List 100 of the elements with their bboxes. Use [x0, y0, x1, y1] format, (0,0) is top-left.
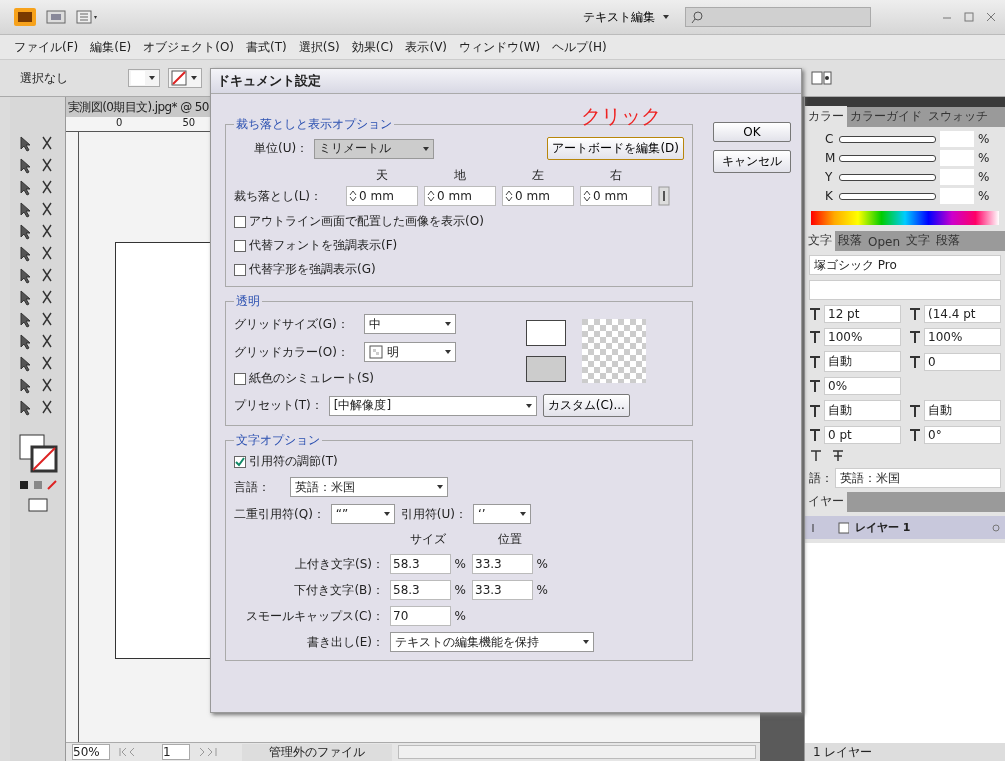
text-field[interactable]: 58.3: [390, 554, 451, 574]
bleed-field[interactable]: 0 mm: [580, 186, 652, 206]
setting-field[interactable]: 0 pt: [824, 426, 901, 444]
document-tab[interactable]: 実測図(0期目文).jpg* @ 50: [66, 97, 211, 117]
setting-field[interactable]: 自動: [824, 400, 901, 421]
checkbox[interactable]: アウトライン画面で配置した画像を表示(O): [234, 213, 684, 230]
text-field[interactable]: 33.3: [472, 554, 533, 574]
language-dropdown[interactable]: 英語：米国: [290, 477, 448, 497]
panel-tab[interactable]: イヤー: [805, 491, 847, 512]
setting-field[interactable]: 100%: [924, 328, 1001, 346]
channel-field[interactable]: [940, 131, 974, 147]
target-icon[interactable]: [991, 522, 1001, 533]
menu-item[interactable]: 選択(S): [298, 38, 340, 56]
export-dropdown[interactable]: テキストの編集機能を保持: [390, 632, 594, 652]
preset-dropdown[interactable]: [中解像度]: [328, 395, 537, 416]
checkbox[interactable]: 引用符の調節(T): [234, 453, 684, 470]
panel-tab[interactable]: 段落: [933, 230, 964, 251]
bleed-field[interactable]: 0 mm: [502, 186, 574, 206]
fill-stroke-icon[interactable]: [17, 433, 58, 473]
panel-tab[interactable]: カラー: [805, 106, 847, 127]
language-dropdown[interactable]: 英語：米国: [835, 468, 1001, 488]
column-heading: 左: [531, 167, 545, 184]
setting-field[interactable]: 自動: [824, 351, 901, 372]
page-dropdown[interactable]: 1: [162, 744, 190, 760]
panel-tab[interactable]: Open: [865, 233, 904, 251]
menu-item[interactable]: 書式(T): [246, 38, 287, 56]
caret-icon: [381, 510, 392, 518]
field-label: 上付き文字(S)：: [294, 555, 384, 573]
fill-dropdown[interactable]: [128, 69, 160, 87]
menu-item[interactable]: オブジェクト(O): [143, 38, 235, 56]
type-setting-icon: [809, 379, 821, 393]
text-field[interactable]: 33.3: [472, 580, 533, 600]
panel-tab[interactable]: スウォッチ: [925, 106, 991, 127]
color-swatch[interactable]: [526, 355, 566, 382]
channel-slider[interactable]: [839, 173, 936, 181]
menu-item[interactable]: 表示(V): [405, 38, 448, 56]
link-icon[interactable]: [658, 186, 670, 206]
horizontal-scrollbar[interactable]: [398, 745, 756, 759]
color-swatch[interactable]: [526, 319, 566, 346]
checkerboard-preview: [582, 318, 646, 383]
app-logo-icon: [14, 8, 36, 26]
bleed-field[interactable]: 0 mm: [424, 186, 496, 206]
ok-button[interactable]: OK: [713, 122, 791, 142]
bleed-field[interactable]: 0 mm: [346, 186, 418, 206]
layer-row[interactable]: レイヤー 1: [805, 516, 1005, 539]
field-label: グリッドカラー(O)：: [234, 343, 350, 361]
single-quotes-dropdown[interactable]: ‘’: [472, 504, 531, 524]
arrange-icon[interactable]: [76, 10, 100, 24]
channel-slider[interactable]: [839, 135, 936, 143]
menu-item[interactable]: ウィンドウ(W): [459, 38, 541, 56]
checkbox[interactable]: 代替フォントを強調表示(F): [234, 237, 684, 254]
workspace-switcher[interactable]: テキスト編集: [579, 6, 675, 28]
checkbox[interactable]: 代替字形を強調表示(G): [234, 261, 684, 278]
grid-size-dropdown[interactable]: 中: [364, 314, 456, 334]
setting-field[interactable]: 0%: [824, 377, 901, 395]
maximize-icon[interactable]: [963, 11, 975, 23]
font-dropdown[interactable]: 塚ゴシック Pro: [809, 255, 1001, 275]
menu-item[interactable]: ヘルプ(H): [552, 38, 607, 56]
panel-tab[interactable]: カラーガイド: [847, 106, 925, 127]
setting-field[interactable]: 0: [924, 352, 1001, 371]
channel-slider[interactable]: [839, 192, 936, 200]
unit-label: %: [454, 583, 466, 597]
color-spectrum[interactable]: [811, 211, 999, 225]
search-field[interactable]: [685, 7, 871, 27]
cancel-button[interactable]: キャンセル: [713, 150, 791, 173]
type-setting-icon: [909, 428, 921, 442]
annotation-text: クリック: [581, 103, 661, 130]
setting-field[interactable]: (14.4 pt: [924, 305, 1001, 323]
zoom-dropdown[interactable]: 50%: [72, 744, 110, 760]
close-icon[interactable]: [985, 11, 997, 23]
stroke-dropdown[interactable]: [168, 68, 202, 88]
bridge-icon[interactable]: [46, 10, 66, 24]
double-quotes-dropdown[interactable]: “”: [330, 504, 395, 524]
transform-icon[interactable]: [811, 69, 833, 87]
panel-tab[interactable]: 文字: [805, 230, 835, 251]
checkbox[interactable]: 紙色のシミュレート(S): [234, 370, 494, 387]
setting-field[interactable]: 100%: [824, 328, 901, 346]
channel-field[interactable]: [940, 188, 974, 204]
channel-slider[interactable]: [839, 154, 936, 162]
menu-item[interactable]: 編集(E): [90, 38, 132, 56]
text-field[interactable]: 58.3: [390, 580, 451, 600]
caret-icon: [189, 74, 199, 82]
custom-button[interactable]: カスタム(C)...: [542, 394, 630, 417]
color-mode-icon[interactable]: [17, 479, 58, 491]
channel-field[interactable]: [940, 169, 974, 185]
status-info[interactable]: 管理外のファイル: [242, 743, 392, 761]
menu-item[interactable]: 効果(C): [351, 38, 394, 56]
type-setting-icon: [909, 403, 921, 418]
setting-field[interactable]: 12 pt: [824, 305, 901, 323]
unit-dropdown[interactable]: ミリメートル: [314, 138, 435, 159]
field-label: グリッドサイズ(G)：: [234, 315, 350, 333]
grid-color-dropdown[interactable]: 明: [364, 342, 456, 362]
edit-artboard-button[interactable]: アートボードを編集(D): [547, 137, 684, 160]
panel-tab[interactable]: 文字: [903, 230, 934, 251]
text-field[interactable]: 70: [390, 606, 451, 626]
channel-field[interactable]: [940, 150, 974, 166]
panel-tab[interactable]: 段落: [835, 230, 865, 251]
menu-item[interactable]: ファイル(F): [14, 38, 79, 56]
setting-field[interactable]: 0°: [924, 426, 1001, 444]
setting-field[interactable]: 自動: [924, 400, 1001, 421]
